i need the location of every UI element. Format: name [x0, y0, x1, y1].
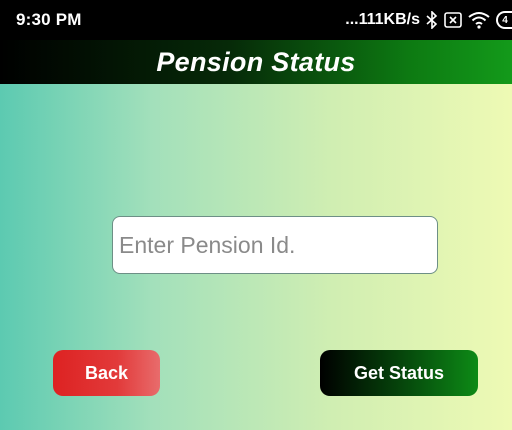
- app-screen: 9:30 PM ...111KB/s 4 Pension Status Ente…: [0, 0, 512, 430]
- get-status-button-label: Get Status: [353, 362, 445, 383]
- title-bar: Pension Status: [0, 40, 512, 84]
- page-title: Pension Status: [156, 46, 356, 77]
- get-status-button[interactable]: Get Status: [320, 350, 478, 396]
- bluetooth-icon: [426, 11, 438, 29]
- battery-icon: 4: [496, 11, 512, 29]
- network-speed: ...111KB/s: [345, 11, 420, 28]
- status-icons: ...111KB/s 4: [345, 11, 512, 29]
- status-bar: 9:30 PM ...111KB/s 4: [0, 0, 512, 40]
- back-button-label: Back: [84, 362, 129, 383]
- status-time: 9:30 PM: [16, 10, 82, 29]
- wifi-icon: [468, 11, 490, 29]
- sim-x-icon: [444, 12, 462, 28]
- back-button[interactable]: Back: [53, 350, 160, 396]
- pension-id-input[interactable]: [112, 216, 438, 274]
